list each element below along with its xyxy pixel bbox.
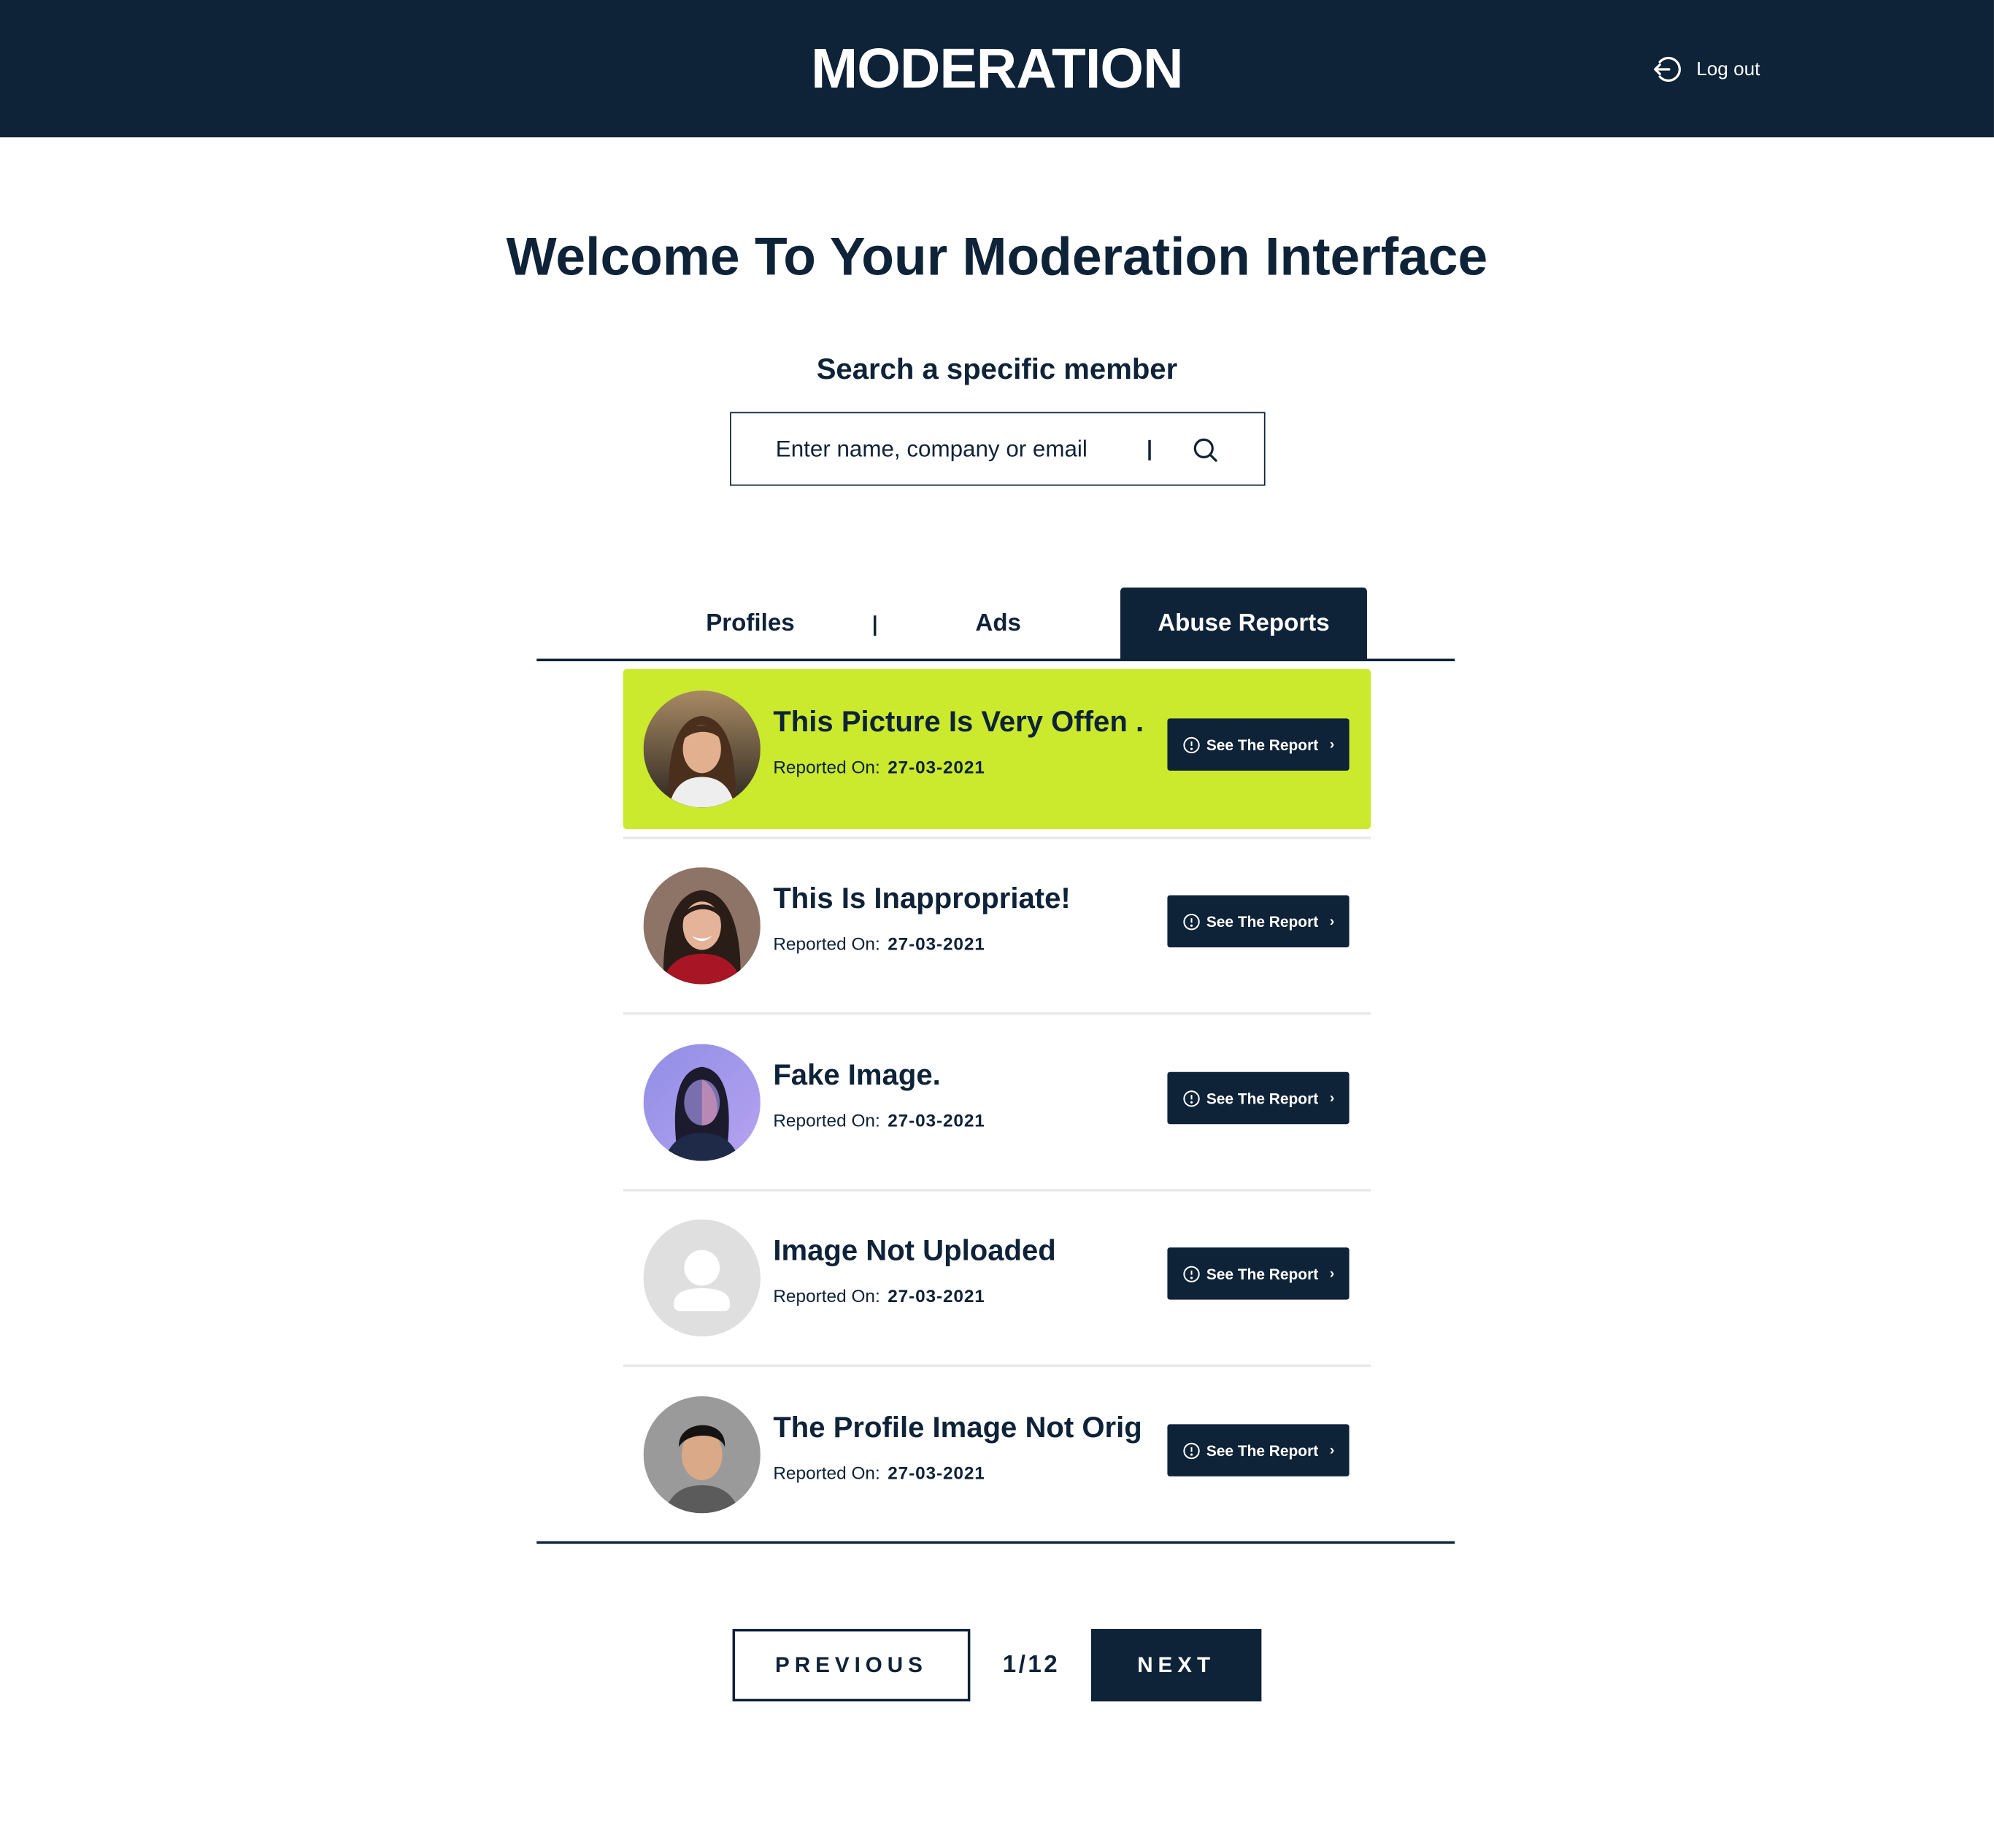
tab-separator [873,615,876,636]
user-placeholder-icon [643,1219,761,1337]
page-title: Welcome To Your Moderation Interface [506,226,1488,287]
alert-circle-icon [1182,1441,1200,1459]
page-counter: 1/12 [1002,1651,1060,1678]
page: MODERATION Log out Welcome To Your Moder… [0,0,1994,1848]
tab-ads[interactable]: Ads [896,588,1100,660]
see-report-button[interactable]: See The Report › [1167,1247,1350,1300]
tab-profiles[interactable]: Profiles [649,588,852,660]
report-date: Reported On: 27-03-2021 [773,1462,985,1483]
chevron-right-icon: › [1329,1090,1335,1106]
top-bar: MODERATION Log out [0,0,1994,138]
logout-button[interactable]: Log out [1652,51,1760,87]
search-title: Search a specific member [816,352,1178,385]
report-date: Reported On: 27-03-2021 [773,1285,985,1306]
avatar [643,1044,761,1161]
chevron-right-icon: › [1329,1266,1335,1282]
report-date: Reported On: 27-03-2021 [773,756,985,777]
alert-circle-icon [1182,913,1200,930]
row-divider [623,836,1371,839]
report-item: Image Not Uploaded Reported On: 27-03-202… [623,1198,1371,1367]
avatar-photo-woman-purple [643,1044,761,1161]
row-divider [623,1189,1371,1192]
chevron-right-icon: › [1329,913,1335,929]
avatar [643,690,761,808]
avatar-photo-man [643,1396,761,1514]
search-button[interactable] [1187,431,1225,469]
tab-abuse-reports[interactable]: Abuse Reports [1120,587,1367,661]
report-date: Reported On: 27-03-2021 [773,933,985,954]
report-item: The Profile Image Not Orig... Reported O… [623,1374,1371,1535]
avatar-photo-woman-smiling [643,867,761,985]
logout-icon [1654,56,1681,82]
search-box [730,412,1266,486]
report-title: This Is Inappropriate! [773,881,1071,915]
alert-circle-icon [1182,1090,1200,1106]
report-title: The Profile Image Not Orig... [773,1410,1142,1444]
avatar [643,1219,761,1337]
report-date: Reported On: 27-03-2021 [773,1110,985,1131]
see-report-button[interactable]: See The Report › [1167,1424,1350,1477]
report-item: This Is Inappropriate! Reported On: 27-03… [623,836,1371,1015]
previous-button[interactable]: PREVIOUS [732,1628,971,1702]
report-title: Image Not Uploaded [773,1233,1056,1267]
avatar-photo-woman [643,690,761,808]
avatar [643,867,761,985]
chevron-right-icon: › [1329,1442,1335,1458]
report-item: Fake Image. Reported On: 27-03-2021 See T… [623,1023,1371,1192]
report-title: This Picture Is Very Offen ... [773,704,1142,738]
chevron-right-icon: › [1329,736,1335,752]
see-report-button[interactable]: See The Report › [1167,718,1350,771]
list-bottom-rule [536,1541,1455,1544]
search-separator [1148,439,1150,461]
see-report-button[interactable]: See The Report › [1167,1071,1350,1125]
report-title: Fake Image. [773,1058,941,1091]
search-icon [1193,438,1217,462]
report-item: This Picture Is Very Offen ... Reported … [623,669,1371,829]
next-button[interactable]: NEXT [1090,1628,1262,1702]
row-divider [623,1364,1371,1367]
search-input[interactable] [775,413,1132,485]
alert-circle-icon [1182,736,1200,753]
tabs-underline [536,658,1455,661]
see-report-button[interactable]: See The Report › [1167,895,1350,948]
alert-circle-icon [1182,1265,1200,1282]
logout-label: Log out [1696,58,1760,80]
avatar [643,1396,761,1514]
row-divider [623,1012,1371,1015]
